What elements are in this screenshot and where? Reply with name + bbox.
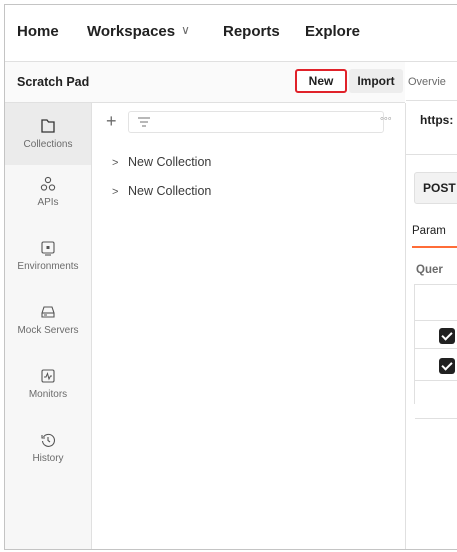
tab-overview[interactable]: Overvie — [408, 76, 446, 88]
chevron-right-icon: > — [112, 157, 119, 169]
sidebar-item-label: Mock Servers — [17, 325, 79, 336]
nav-reports[interactable]: Reports — [223, 23, 280, 40]
sidebar-item-history[interactable]: History — [5, 431, 91, 464]
active-tab-indicator — [412, 246, 457, 248]
table-row-divider — [415, 380, 457, 381]
collections-icon — [41, 119, 55, 133]
divider — [406, 154, 457, 155]
mock-servers-icon — [41, 306, 55, 318]
table-row-divider — [415, 284, 457, 285]
chevron-right-icon: > — [112, 186, 119, 198]
tab-params[interactable]: Param — [412, 225, 446, 237]
filter-icon — [138, 117, 150, 127]
collection-label: New Collection — [128, 184, 212, 198]
sidebar-item-label: Environments — [17, 261, 79, 272]
app-window: Home Workspaces ∨ Reports Explore Scratch… — [4, 4, 457, 550]
nav-workspaces-label: Workspaces — [87, 23, 176, 40]
sidebar-item-label: APIs — [37, 197, 59, 208]
collection-item[interactable]: > New Collection — [112, 184, 211, 198]
divider — [406, 100, 457, 101]
table-row-divider — [415, 348, 457, 349]
sidebar-item-mock-servers[interactable]: Mock Servers — [5, 303, 91, 336]
request-pane: Overvie https: POST Param Quer — [406, 62, 457, 549]
collection-item[interactable]: > New Collection — [112, 155, 211, 169]
table-row-divider — [415, 320, 457, 321]
method-label: POST — [423, 181, 456, 195]
sidebar-item-label: History — [32, 453, 64, 464]
plus-icon[interactable]: + — [106, 111, 117, 132]
sidebar-item-label: Monitors — [28, 389, 68, 400]
sidebar: Collections APIs Environments Mock Serve… — [5, 103, 92, 549]
top-nav: Home Workspaces ∨ Reports Explore — [5, 5, 457, 62]
nav-home[interactable]: Home — [17, 23, 59, 40]
params-table — [414, 284, 457, 419]
collections-panel: + ◦◦◦ > New Collection > New Collection — [92, 103, 406, 549]
collection-label: New Collection — [128, 155, 212, 169]
workspace-header: Scratch Pad New Import — [5, 62, 405, 103]
nav-workspaces[interactable]: Workspaces ∨ — [87, 23, 190, 40]
new-button[interactable]: New — [295, 69, 347, 93]
table-row-divider — [415, 418, 457, 419]
sidebar-item-environments[interactable]: Environments — [5, 239, 91, 272]
sidebar-item-label: Collections — [23, 139, 73, 150]
sidebar-item-collections[interactable]: Collections — [5, 103, 91, 165]
workspace-title: Scratch Pad — [17, 75, 90, 89]
sidebar-item-apis[interactable]: APIs — [5, 175, 91, 208]
nav-explore[interactable]: Explore — [305, 23, 360, 40]
apis-icon — [40, 176, 56, 191]
environments-icon — [41, 241, 55, 256]
query-params-label: Quer — [416, 264, 443, 276]
monitors-icon — [41, 369, 55, 383]
checkbox-checked[interactable] — [439, 328, 455, 344]
import-button[interactable]: Import — [349, 69, 403, 93]
filter-input[interactable] — [128, 111, 384, 133]
more-options-icon[interactable]: ◦◦◦ — [380, 113, 392, 125]
chevron-down-icon: ∨ — [181, 23, 190, 37]
request-url: https: — [420, 113, 454, 127]
checkbox-checked[interactable] — [439, 358, 455, 374]
sidebar-item-monitors[interactable]: Monitors — [5, 367, 91, 400]
method-select[interactable]: POST — [414, 172, 457, 204]
history-icon — [41, 433, 55, 447]
